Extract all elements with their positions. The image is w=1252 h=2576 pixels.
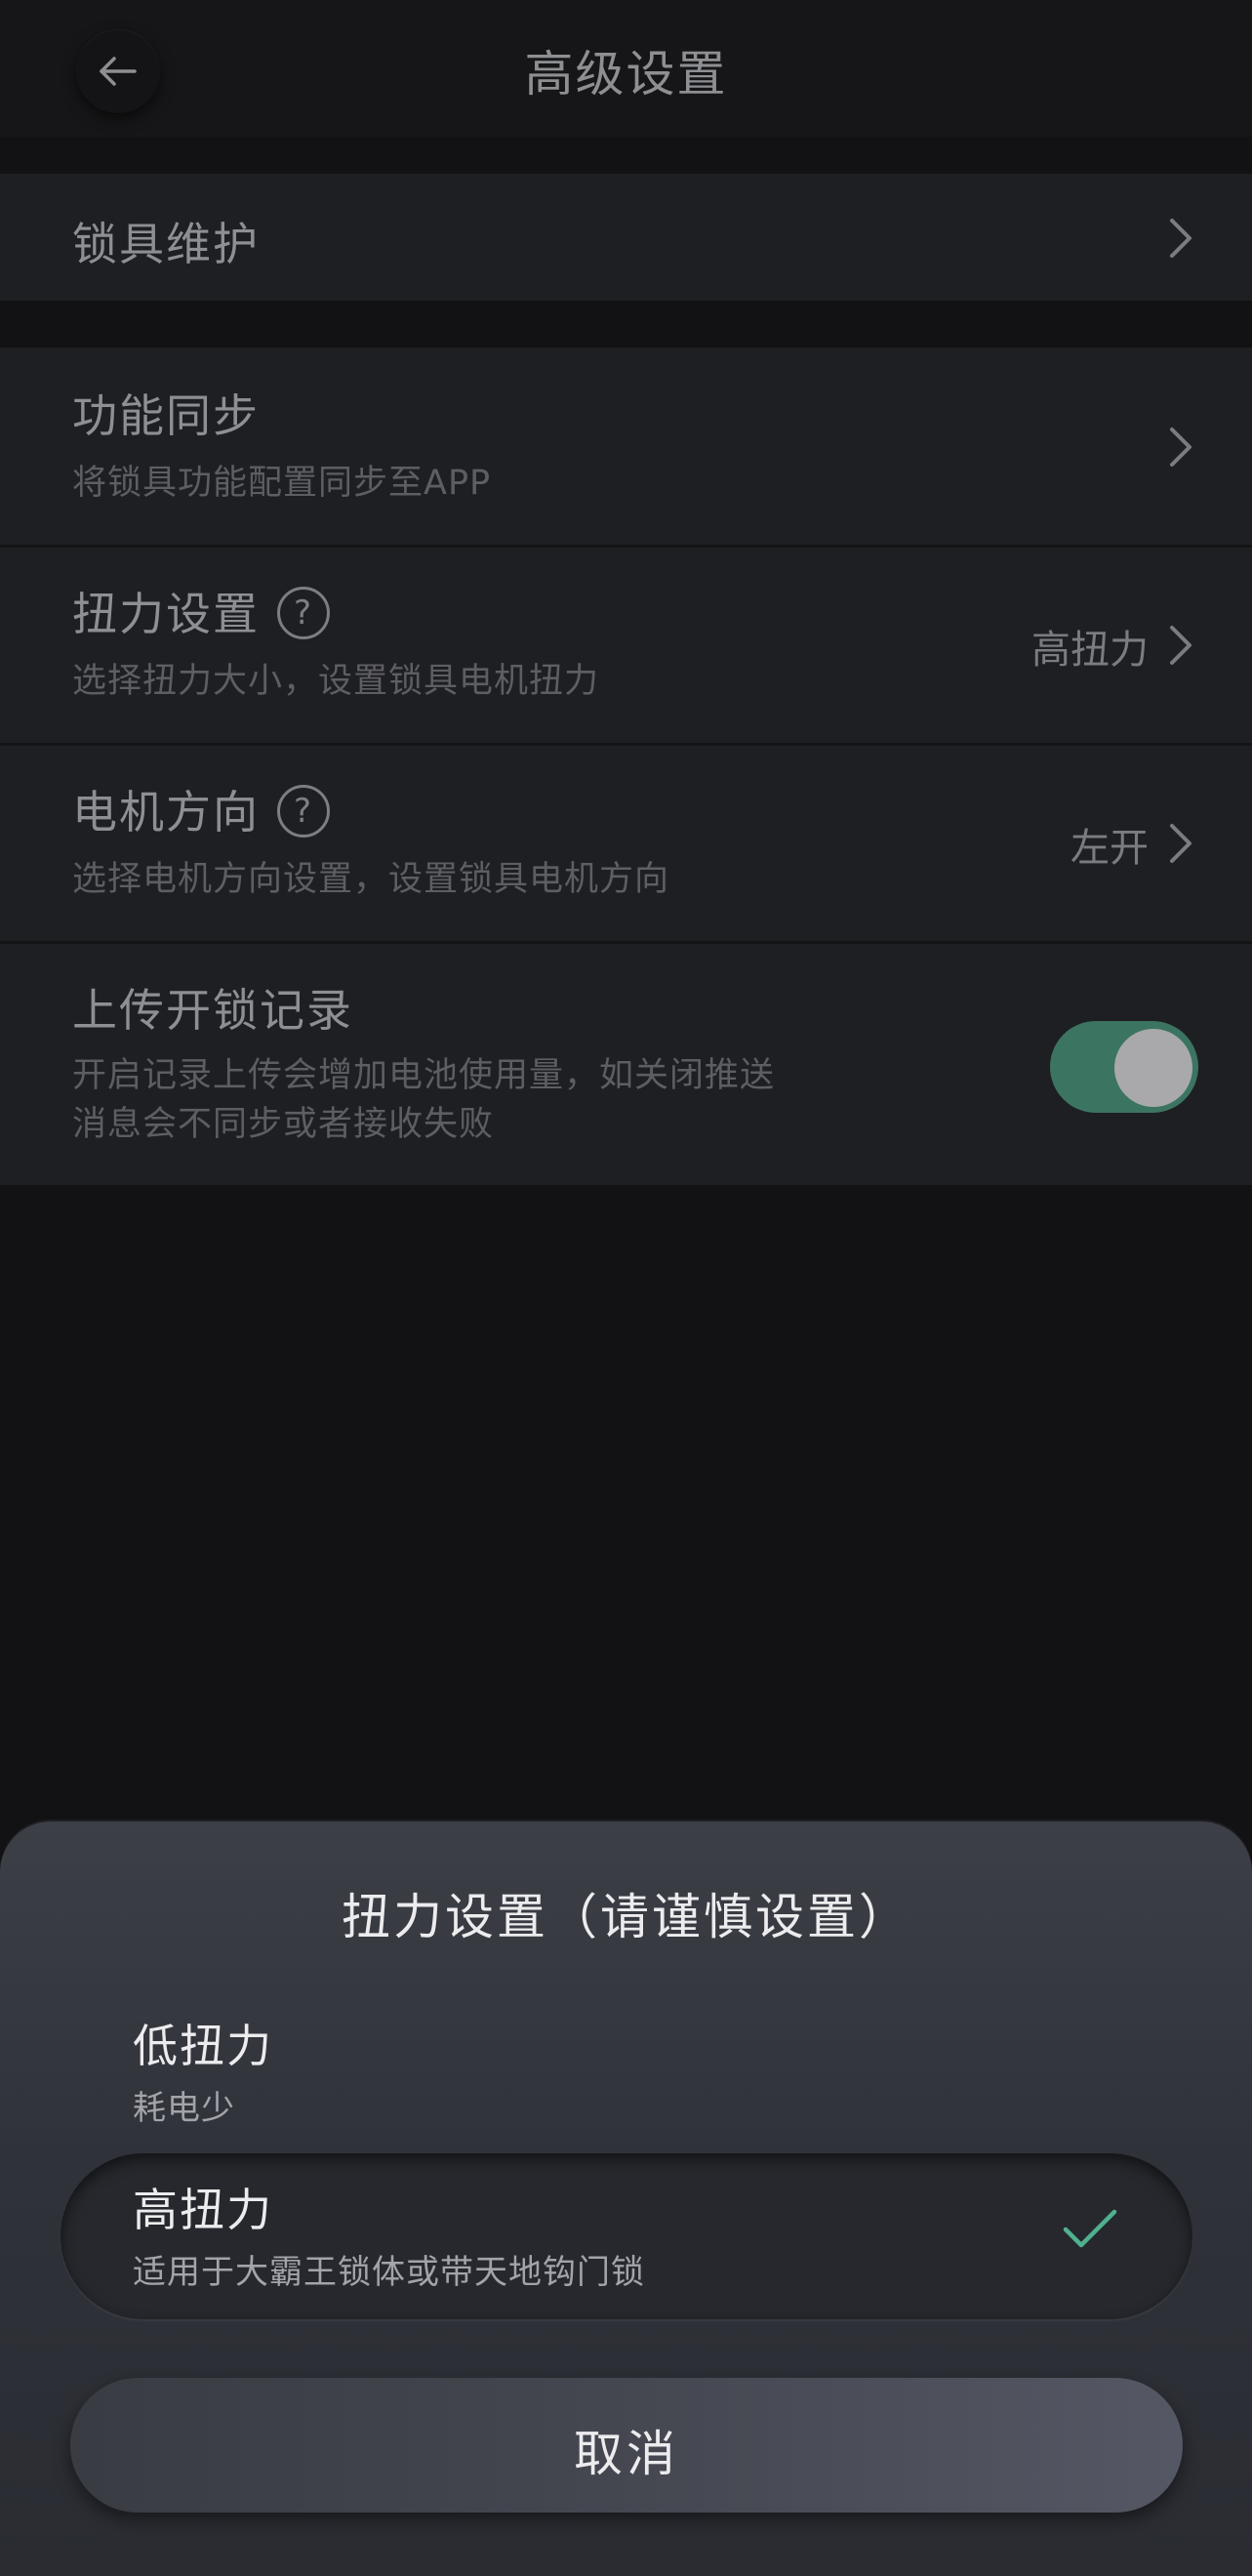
chevron-right-icon: [1170, 219, 1191, 258]
upload-records-description-line1: 开启记录上传会增加电池使用量，如关闭推送: [72, 1056, 776, 1095]
torque-setting-description: 选择扭力大小，设置锁具电机扭力: [72, 662, 600, 701]
chevron-right-icon: [1170, 824, 1191, 863]
motor-direction-title: 电机方向: [72, 786, 260, 838]
motor-direction-current-value: 左开: [1070, 826, 1149, 871]
torque-setting-label: 扭力设置?: [72, 579, 330, 644]
function-sync-row[interactable]: 功能同步 将锁具功能配置同步至APP: [0, 348, 1252, 545]
option-description: 耗电少: [133, 2089, 235, 2128]
torque-current-value: 高扭力: [1031, 628, 1149, 673]
function-sync-description: 将锁具功能配置同步至APP: [72, 464, 492, 503]
lock-maintenance-row[interactable]: 锁具维护: [0, 174, 1252, 301]
motor-direction-description: 选择电机方向设置，设置锁具电机方向: [72, 860, 670, 899]
toggle-knob: [1114, 1029, 1192, 1107]
page-title: 高级设置: [524, 46, 728, 102]
cancel-button[interactable]: 取消: [70, 2378, 1183, 2513]
torque-setting-row[interactable]: 扭力设置? 选择扭力大小，设置锁具电机扭力 高扭力: [0, 548, 1252, 743]
option-low-torque[interactable]: 低扭力 耗电少: [61, 1991, 1192, 2138]
upload-records-description-line2: 消息会不同步或者接收失败: [72, 1105, 495, 1144]
checkmark-icon: [1063, 2209, 1117, 2248]
option-title: 高扭力: [133, 2184, 273, 2236]
motor-direction-row[interactable]: 电机方向? 选择电机方向设置，设置锁具电机方向 左开: [0, 746, 1252, 941]
chevron-right-icon: [1170, 428, 1191, 467]
torque-setting-title: 扭力设置: [72, 588, 260, 640]
motor-direction-label: 电机方向?: [72, 777, 330, 842]
advanced-settings-screen: 高级设置 锁具维护 功能同步 将锁具功能配置同步至APP 扭力设置? 选择扭力大…: [0, 0, 1252, 2576]
sheet-title: 扭力设置（请谨慎设置）: [342, 1889, 910, 1945]
help-icon[interactable]: ?: [277, 586, 330, 639]
cancel-label: 取消: [574, 2426, 679, 2482]
help-icon[interactable]: ?: [277, 784, 330, 838]
lock-maintenance-section: 锁具维护: [0, 174, 1252, 301]
upload-records-toggle[interactable]: [1050, 1021, 1198, 1113]
upload-records-label: 上传开锁记录: [72, 984, 353, 1037]
option-description: 适用于大霸王锁体或带天地钩门锁: [133, 2253, 645, 2292]
lock-maintenance-label: 锁具维护: [72, 218, 260, 270]
option-high-torque[interactable]: 高扭力 适用于大霸王锁体或带天地钩门锁: [61, 2153, 1192, 2319]
top-bar: 高级设置: [0, 0, 1252, 137]
function-sync-label: 功能同步: [72, 389, 260, 442]
option-title: 低扭力: [133, 2020, 273, 2072]
chevron-right-icon: [1170, 626, 1191, 665]
